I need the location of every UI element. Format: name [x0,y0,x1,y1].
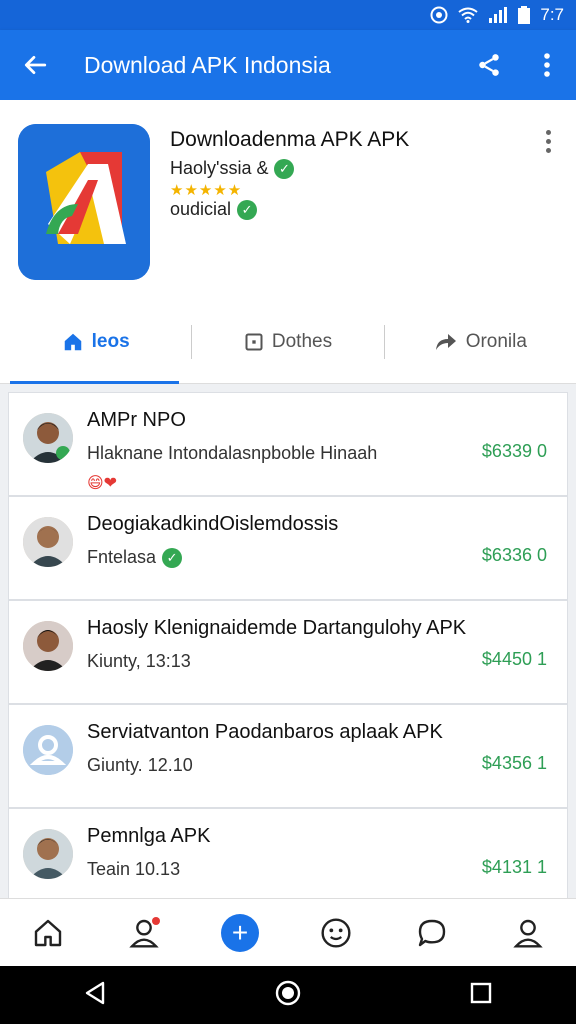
tab-details[interactable]: Dothes [192,300,383,383]
list-item[interactable]: Pemnlga APK Teain 10.13 $4131 1 [8,808,568,898]
official-text: oudicial [170,199,232,219]
item-subtitle-text: Teain 10.13 [87,859,181,879]
avatar [23,829,73,879]
square-dot-icon [245,333,263,350]
plus-icon: + [221,913,259,952]
item-subtitle: Hlaknane Intondalasnpboble Hinaah [87,443,377,464]
item-title: Serviatvanton Paodanbaros aplaak APK [87,721,443,743]
avatar-placeholder-icon [23,725,73,775]
square-recents-icon [470,982,491,1003]
smiley-icon [321,917,351,948]
nav-profile-button[interactable] [116,905,172,961]
verified-icon: ✓ [162,547,183,568]
bottom-navigation: + [0,898,576,966]
item-subtitle-text: Giunty. 12.10 [87,755,193,775]
account-icon [513,919,543,948]
item-title: AMPr NPO [87,409,186,431]
wifi-icon [458,7,478,23]
system-recents-button[interactable] [470,982,492,1009]
nav-add-button[interactable]: + [212,905,268,961]
tab-share[interactable]: Oronila [385,300,576,383]
app-header: Downloadenma APK APK Haoly'ssia & ✓ ★★★★… [0,100,576,300]
official-check-icon: ✓ [237,199,258,220]
home-filled-icon [64,333,81,350]
item-subtitle-text: Kiunty, 13:13 [87,651,191,671]
app-developer[interactable]: Haoly'ssia & ✓ [170,158,510,179]
rating-stars: ★★★★★ [170,182,243,199]
more-vertical-icon [544,53,550,77]
notification-dot [152,916,160,925]
item-subtitle-text: Hlaknane Intondalasnpboble Hinaah [87,443,378,463]
overflow-menu-button[interactable] [518,30,576,100]
chat-bubble-icon [418,919,446,946]
app-bar: Download APK Indonsia [0,30,576,100]
app-name: Downloadenma APK APK [170,128,410,151]
app-logo-icon [18,124,150,280]
list-item[interactable]: Serviatvanton Paodanbaros aplaak APK Giu… [8,704,568,808]
list-item[interactable]: DeogiakadkindOislemdossis Fntelasa ✓ $63… [8,496,568,600]
official-label: oudicial ✓ [170,199,510,220]
nav-home-button[interactable] [20,905,76,961]
tab-label: Oronila [465,330,527,352]
tab-label: leos [91,330,130,352]
app-more-button[interactable] [538,130,558,160]
item-price: $6339 0 [481,441,547,461]
app-info: Downloadenma APK APK Haoly'ssia & ✓ ★★★★… [170,126,510,220]
tab-bar: leos Dothes Oronila [0,300,576,384]
forward-arrow-icon [435,333,456,350]
item-price: $4450 1 [481,649,547,669]
system-home-button[interactable] [275,980,301,1011]
back-button[interactable] [0,30,70,100]
signal-icon [488,7,508,23]
nav-account-button[interactable] [500,905,556,961]
app-list: AMPr NPO Hlaknane Intondalasnpboble Hina… [0,384,576,898]
avatar [23,413,73,463]
nav-emoji-button[interactable] [308,905,364,961]
developer-name: Haoly'ssia & [170,158,269,178]
verified-icon: ✓ [274,158,295,179]
item-price: $4356 1 [481,753,547,773]
list-item[interactable]: Haosly Klenignaidemde Dartangulohy APK K… [8,600,568,704]
tab-label: Dothes [271,330,333,352]
item-title: Pemnlga APK [87,825,211,847]
back-arrow-icon [24,56,47,74]
share-button[interactable] [460,30,518,100]
system-back-button[interactable] [84,981,106,1010]
item-subtitle: Giunty. 12.10 [87,755,193,776]
page-title: Download APK Indonsia [84,51,331,78]
item-subtitle: Fntelasa ✓ [87,547,183,568]
item-subtitle: Teain 10.13 [87,859,180,880]
status-bar: 7:7 [0,0,576,30]
item-subtitle: Kiunty, 13:13 [87,651,191,672]
item-title: DeogiakadkindOislemdossis [87,513,339,535]
reaction-emoji: 😄❤ [87,475,118,492]
avatar [23,517,73,567]
item-subtitle-text: Fntelasa [87,547,157,567]
item-price: $6336 0 [481,545,547,565]
status-time: 7:7 [540,5,564,24]
nav-chat-button[interactable] [404,905,460,961]
home-icon [34,919,62,946]
battery-icon [518,6,531,24]
avatar [23,621,73,671]
item-title: Haosly Klenignaidemde Dartangulohy APK [87,617,467,639]
triangle-back-icon [86,981,105,1004]
system-navigation-bar [0,966,576,1024]
share-icon [479,54,499,76]
list-item[interactable]: AMPr NPO Hlaknane Intondalasnpboble Hina… [8,392,568,496]
sync-icon [430,6,448,24]
circle-home-icon [275,980,301,1005]
item-price: $4131 1 [481,857,547,877]
tab-home[interactable]: leos [0,300,191,384]
